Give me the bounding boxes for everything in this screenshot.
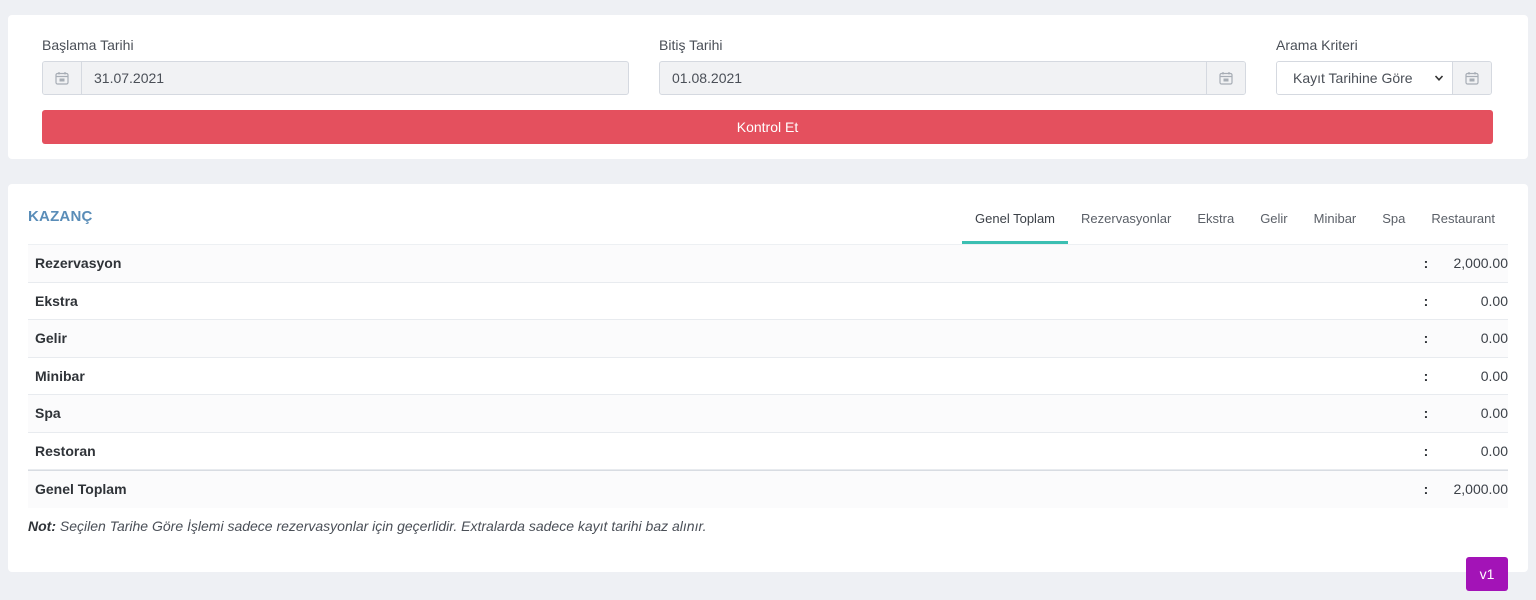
tab-general-total[interactable]: Genel Toplam: [962, 204, 1068, 244]
row-separator: :: [1423, 442, 1429, 459]
tab-income[interactable]: Gelir: [1247, 204, 1300, 244]
total-row: Genel Toplam : 2,000.00: [28, 470, 1508, 508]
tab-extra[interactable]: Ekstra: [1184, 204, 1247, 244]
version-badge[interactable]: v1: [1466, 557, 1508, 591]
end-date-field[interactable]: 01.08.2021: [659, 61, 1246, 95]
row-value: 0.00: [1480, 442, 1508, 459]
tab-minibar[interactable]: Minibar: [1301, 204, 1370, 244]
table-row: Ekstra : 0.00: [28, 282, 1508, 320]
start-date-input[interactable]: 31.07.2021: [82, 62, 628, 94]
row-value: 0.00: [1480, 292, 1508, 309]
criteria-select[interactable]: Kayıt Tarihine Göre: [1277, 62, 1452, 94]
row-separator: :: [1423, 367, 1429, 384]
start-date-calendar-button[interactable]: [43, 62, 82, 94]
row-value: 0.00: [1480, 330, 1508, 347]
footnote-text: Seçilen Tarihe Göre İşlemi sadece rezerv…: [56, 518, 707, 534]
calendar-icon: [55, 72, 69, 85]
criteria-label: Arama Kriteri: [1276, 37, 1358, 53]
footnote: Not: Seçilen Tarihe Göre İşlemi sadece r…: [28, 518, 707, 534]
check-button[interactable]: Kontrol Et: [42, 110, 1493, 144]
end-date-input[interactable]: 01.08.2021: [660, 62, 1206, 94]
row-label: Ekstra: [35, 292, 78, 309]
end-date-calendar-button[interactable]: [1206, 62, 1245, 94]
table-row: Minibar : 0.00: [28, 357, 1508, 395]
criteria-select-value: Kayıt Tarihine Göre: [1293, 70, 1413, 86]
table-row: Spa : 0.00: [28, 395, 1508, 433]
row-separator: :: [1423, 255, 1429, 272]
calendar-icon: [1465, 72, 1479, 85]
row-value: 0.00: [1480, 367, 1508, 384]
row-value: 0.00: [1480, 405, 1508, 422]
earnings-table: Rezervasyon : 2,000.00 Ekstra : 0.00 Gel…: [28, 245, 1508, 508]
criteria-field[interactable]: Kayıt Tarihine Göre: [1276, 61, 1492, 95]
row-separator: :: [1423, 292, 1429, 309]
criteria-calendar-button[interactable]: [1452, 62, 1491, 94]
tab-reservations[interactable]: Rezervasyonlar: [1068, 204, 1184, 244]
total-label: Genel Toplam: [35, 481, 127, 498]
table-row: Restoran : 0.00: [28, 432, 1508, 470]
row-separator: :: [1423, 330, 1429, 347]
table-row: Rezervasyon : 2,000.00: [28, 245, 1508, 283]
calendar-icon: [1219, 72, 1233, 85]
row-label: Gelir: [35, 330, 67, 347]
table-row: Gelir : 0.00: [28, 320, 1508, 358]
start-date-label: Başlama Tarihi: [42, 37, 134, 53]
tab-restaurant[interactable]: Restaurant: [1418, 204, 1508, 244]
total-value: 2,000.00: [1453, 481, 1509, 498]
tab-spa[interactable]: Spa: [1369, 204, 1418, 244]
tab-bar: Genel Toplam Rezervasyonlar Ekstra Gelir…: [962, 204, 1508, 244]
total-separator: :: [1423, 481, 1429, 498]
chevron-down-icon: [1434, 75, 1444, 81]
earnings-panel: KAZANÇ Genel Toplam Rezervasyonlar Ekstr…: [8, 184, 1528, 572]
start-date-field[interactable]: 31.07.2021: [42, 61, 629, 95]
footnote-prefix: Not:: [28, 518, 56, 534]
filter-panel: Başlama Tarihi 31.07.2021 Bitiş Tarihi 0…: [8, 15, 1528, 159]
row-separator: :: [1423, 405, 1429, 422]
row-value: 2,000.00: [1453, 255, 1509, 272]
row-label: Rezervasyon: [35, 255, 122, 272]
row-label: Restoran: [35, 442, 96, 459]
row-label: Minibar: [35, 367, 85, 384]
end-date-label: Bitiş Tarihi: [659, 37, 723, 53]
section-title: KAZANÇ: [28, 208, 93, 225]
row-label: Spa: [35, 405, 61, 422]
